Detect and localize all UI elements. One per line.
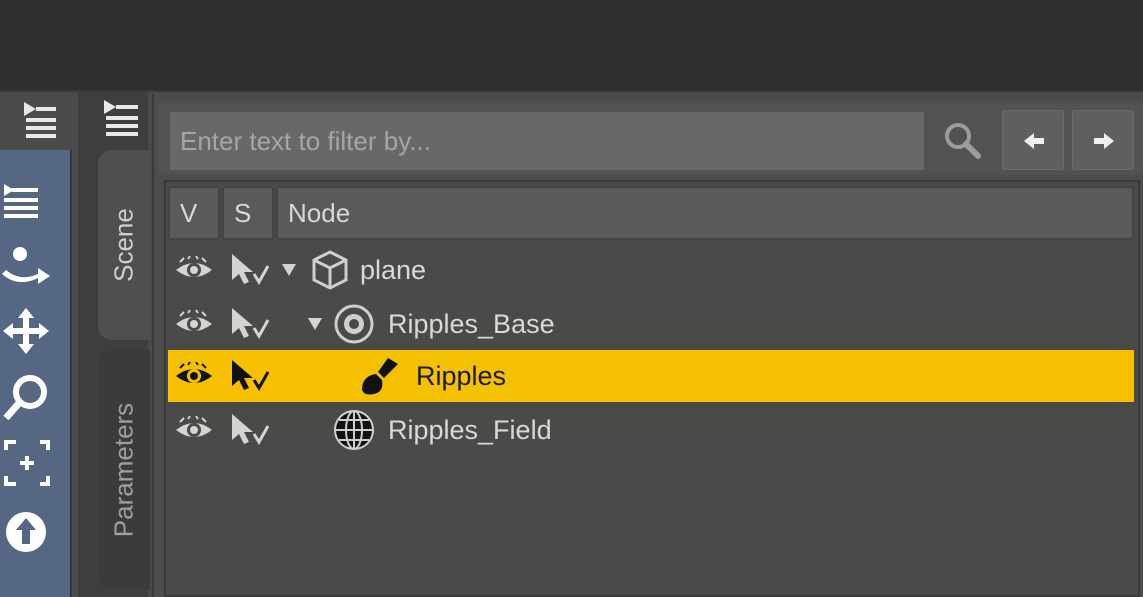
tree-row-plane[interactable]: plane — [168, 244, 1134, 296]
eye-icon[interactable] — [174, 362, 214, 390]
cursor-check-icon[interactable] — [228, 306, 272, 342]
node-label: Ripples_Base — [388, 309, 555, 339]
column-node[interactable]: Node — [276, 186, 1134, 240]
eye-icon[interactable] — [174, 416, 214, 444]
brush-icon — [362, 358, 398, 395]
column-selectable[interactable]: S — [222, 186, 274, 240]
orbit-tool-icon[interactable] — [2, 504, 54, 556]
top-bar — [0, 0, 1143, 92]
tab-scene[interactable]: Scene — [98, 150, 150, 340]
zoom-tool-icon[interactable] — [2, 372, 54, 424]
cursor-check-icon[interactable] — [228, 252, 272, 288]
cube-icon — [312, 250, 348, 290]
tool-strip — [0, 150, 72, 597]
expand-arrow-icon[interactable] — [280, 262, 298, 278]
frame-tool-icon[interactable] — [2, 438, 54, 490]
node-label: Ripples — [416, 361, 507, 391]
cursor-check-icon[interactable] — [228, 412, 272, 448]
tool-menu-icon[interactable] — [2, 174, 54, 226]
next-button[interactable] — [1072, 110, 1134, 170]
arrow-right-icon — [1094, 133, 1114, 149]
pane-options-menu-icon[interactable] — [14, 96, 64, 144]
tree-row-ripples[interactable]: Ripples — [168, 350, 1134, 402]
tab-parameters[interactable]: Parameters — [98, 350, 150, 590]
filter-input[interactable] — [170, 112, 924, 170]
tab-parameters-label: Parameters — [108, 402, 139, 538]
eye-icon[interactable] — [174, 256, 214, 284]
tree-header: V S Node — [168, 186, 1134, 240]
node-label: Ripples_Field — [388, 415, 552, 445]
eye-icon[interactable] — [174, 310, 214, 338]
cursor-check-icon[interactable] — [228, 358, 272, 394]
top-bar-divider — [0, 90, 1143, 92]
circle-node-icon — [334, 304, 374, 344]
tab-scene-label: Scene — [108, 208, 139, 282]
expand-arrow-icon[interactable] — [306, 316, 324, 332]
previous-button[interactable] — [1002, 110, 1064, 170]
tree-row-ripples-field[interactable]: Ripples_Field — [168, 404, 1134, 456]
move-tool-icon[interactable] — [2, 306, 54, 358]
tree-row-ripples-base[interactable]: Ripples_Base — [168, 298, 1134, 350]
arrow-left-icon — [1024, 133, 1044, 149]
node-label: plane — [360, 255, 427, 285]
grid-sphere-icon — [334, 410, 374, 450]
search-icon[interactable] — [934, 112, 996, 170]
column-visible[interactable]: V — [168, 186, 220, 240]
tab-options-menu-icon[interactable] — [96, 96, 146, 144]
rotate-tool-icon[interactable] — [2, 240, 54, 292]
